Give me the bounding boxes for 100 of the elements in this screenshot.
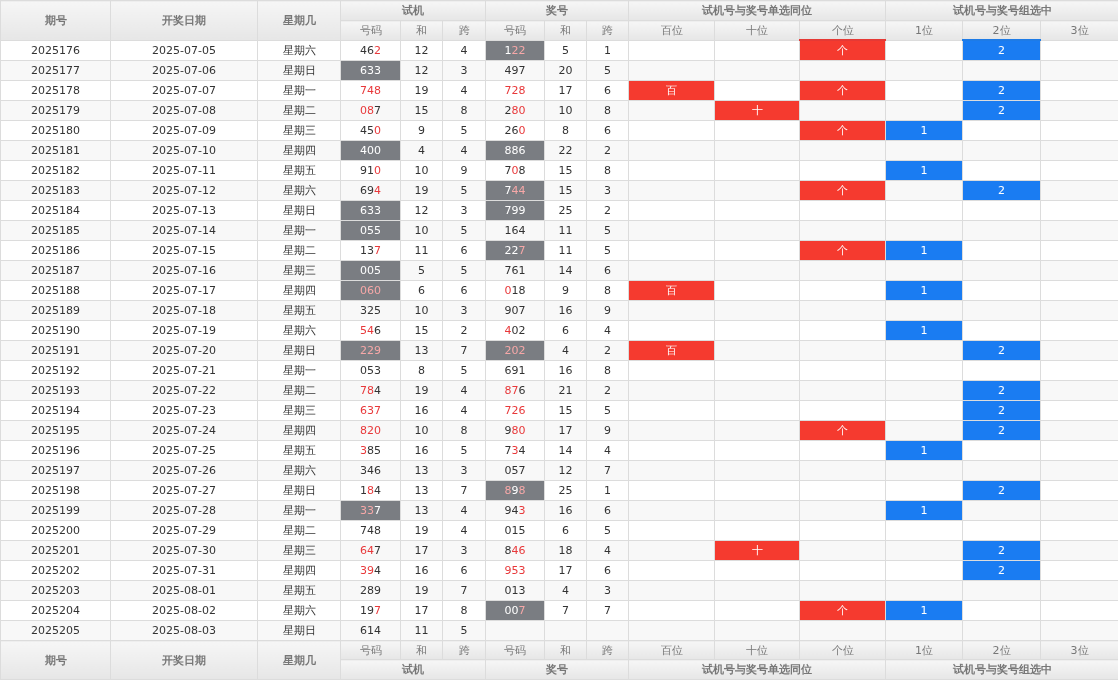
sum-cell: 17 — [544, 80, 587, 101]
sum-cell: 19 — [400, 80, 443, 101]
column-header: 期号 — [0, 640, 111, 680]
issue-cell: 2025179 — [0, 100, 111, 121]
span-cell: 8 — [442, 600, 486, 621]
issue-cell: 2025187 — [0, 260, 111, 281]
sum-cell: 12 — [400, 200, 443, 221]
issue-cell: 2025199 — [0, 500, 111, 521]
number-cell: 462 — [340, 40, 401, 61]
weekday-cell: 星期三 — [257, 400, 341, 421]
issue-cell: 2025198 — [0, 480, 111, 501]
sum-cell: 16 — [400, 440, 443, 461]
sum-cell: 6 — [544, 520, 587, 541]
weekday-cell: 星期六 — [257, 320, 341, 341]
issue-cell: 2025193 — [0, 380, 111, 401]
date-cell: 2025-07-19 — [110, 320, 258, 341]
span-cell: 6 — [586, 80, 629, 101]
date-cell: 2025-07-13 — [110, 200, 258, 221]
span-cell: 9 — [442, 160, 486, 181]
sum-cell: 10 — [400, 160, 443, 181]
span-cell: 8 — [586, 280, 629, 301]
span-cell: 2 — [586, 200, 629, 221]
date-cell: 2025-07-09 — [110, 120, 258, 141]
sum-cell: 16 — [400, 400, 443, 421]
issue-cell: 2025202 — [0, 560, 111, 581]
date-cell: 2025-07-07 — [110, 80, 258, 101]
date-cell: 2025-07-17 — [110, 280, 258, 301]
issue-cell: 2025196 — [0, 440, 111, 461]
number-cell: 734 — [485, 440, 545, 461]
issue-cell: 2025188 — [0, 280, 111, 301]
sum-cell: 6 — [544, 320, 587, 341]
issue-cell: 2025177 — [0, 60, 111, 81]
span-cell: 5 — [442, 360, 486, 381]
span-cell: 1 — [586, 40, 629, 61]
date-cell: 2025-07-23 — [110, 400, 258, 421]
span-cell: 5 — [586, 520, 629, 541]
weekday-cell: 星期日 — [257, 200, 341, 221]
span-cell: 4 — [586, 320, 629, 341]
number-cell: 402 — [485, 320, 545, 341]
span-cell: 4 — [586, 440, 629, 461]
span-cell: 6 — [442, 240, 486, 261]
sum-cell: 7 — [544, 600, 587, 621]
issue-cell: 2025183 — [0, 180, 111, 201]
number-cell: 260 — [485, 120, 545, 141]
weekday-cell: 星期一 — [257, 360, 341, 381]
number-cell: 708 — [485, 160, 545, 181]
span-cell: 6 — [442, 280, 486, 301]
span-cell: 8 — [586, 360, 629, 381]
group-header: 奖号 — [485, 0, 629, 21]
column-header: 星期几 — [257, 640, 341, 680]
number-cell: 953 — [485, 560, 545, 581]
sum-cell: 11 — [544, 240, 587, 261]
weekday-cell: 星期二 — [257, 520, 341, 541]
span-cell: 3 — [442, 200, 486, 221]
issue-cell: 2025192 — [0, 360, 111, 381]
group-header: 试机 — [340, 0, 486, 21]
number-cell: 910 — [340, 160, 401, 181]
span-cell: 4 — [442, 40, 486, 61]
sum-cell: 25 — [544, 480, 587, 501]
number-cell: 748 — [340, 80, 401, 101]
issue-cell: 2025195 — [0, 420, 111, 441]
number-cell: 018 — [485, 280, 545, 301]
span-cell: 4 — [442, 80, 486, 101]
issue-cell: 2025189 — [0, 300, 111, 321]
weekday-cell: 星期六 — [257, 600, 341, 621]
issue-cell: 2025205 — [0, 620, 111, 641]
sum-cell: 17 — [400, 600, 443, 621]
date-cell: 2025-07-27 — [110, 480, 258, 501]
number-cell: 385 — [340, 440, 401, 461]
span-cell: 2 — [442, 320, 486, 341]
column-header: 星期几 — [257, 0, 341, 40]
issue-cell: 2025178 — [0, 80, 111, 101]
weekday-cell: 星期二 — [257, 240, 341, 261]
sum-cell: 9 — [400, 120, 443, 141]
span-cell: 6 — [586, 560, 629, 581]
date-cell: 2025-07-31 — [110, 560, 258, 581]
span-cell: 7 — [586, 600, 629, 621]
issue-cell: 2025204 — [0, 600, 111, 621]
number-cell: 015 — [485, 520, 545, 541]
issue-cell: 2025184 — [0, 200, 111, 221]
sum-cell: 8 — [400, 360, 443, 381]
span-cell: 6 — [442, 560, 486, 581]
weekday-cell: 星期日 — [257, 480, 341, 501]
number-cell: 726 — [485, 400, 545, 421]
issue-cell: 2025176 — [0, 40, 111, 61]
issue-cell: 2025191 — [0, 340, 111, 361]
number-cell: 728 — [485, 80, 545, 101]
sum-cell: 11 — [400, 240, 443, 261]
sum-cell: 5 — [544, 40, 587, 61]
date-cell: 2025-07-05 — [110, 40, 258, 61]
span-cell: 4 — [442, 400, 486, 421]
number-cell: 137 — [340, 240, 401, 261]
sum-cell: 16 — [544, 360, 587, 381]
number-cell: 748 — [340, 520, 401, 541]
date-cell: 2025-07-11 — [110, 160, 258, 181]
weekday-cell: 星期三 — [257, 120, 341, 141]
sum-cell: 13 — [400, 480, 443, 501]
issue-cell: 2025197 — [0, 460, 111, 481]
number-cell: 637 — [340, 400, 401, 421]
sum-cell: 14 — [544, 440, 587, 461]
